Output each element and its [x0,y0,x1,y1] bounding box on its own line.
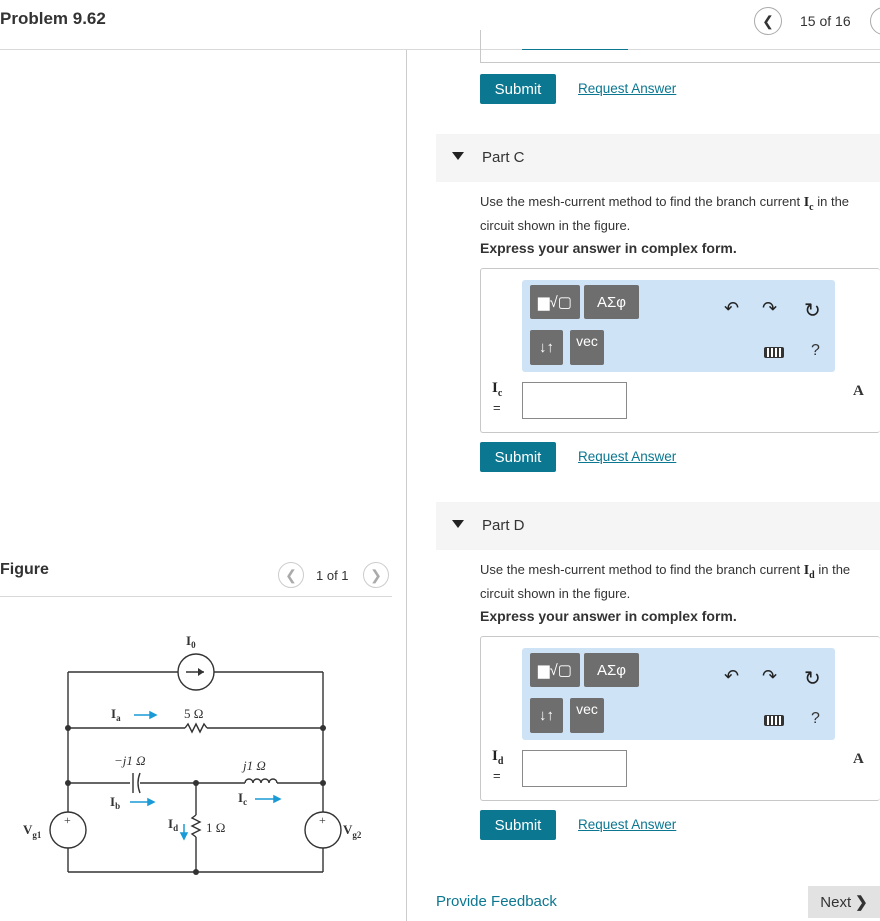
question-text-pre: Use the mesh-current method to find the … [480,562,804,577]
undo-icon[interactable]: ↶ [724,666,739,687]
part-d-label: Part D [482,517,525,534]
chevron-left-icon: ❮ [285,566,297,583]
answer-var-label-c: Ic [492,380,503,399]
request-answer-link-b[interactable]: Request Answer [578,81,676,96]
undo-icon[interactable]: ↶ [724,298,739,319]
plus-sign-vg1: + [64,813,71,827]
label-ib: Ib [110,794,120,811]
greek-symbols-button[interactable]: ΑΣφ [584,653,639,687]
collapse-triangle-icon [452,520,464,528]
label-vg2: Vg2 [343,822,362,840]
figure-prev-button[interactable]: ❮ [278,562,304,588]
redo-icon[interactable]: ↷ [762,298,777,319]
circuit-diagram: I0 Ia 5 Ω −j1 Ω j1 Ω Ib Ic Id 1 Ω Vg1 Vg… [23,633,362,875]
question-text-pre: Use the mesh-current method to find the … [480,194,804,209]
part-d-header[interactable]: Part D [436,502,880,550]
part-c-answer-input[interactable] [522,382,627,419]
request-answer-link-c[interactable]: Request Answer [578,449,676,464]
keyboard-icon[interactable] [764,715,784,726]
equals-sign-c: = [493,400,501,415]
problem-counter: 15 of 16 [800,13,851,29]
question-var: Id [803,563,815,581]
label-5-ohm: 5 Ω [184,706,203,721]
templates-button[interactable]: ▆√▢ [530,653,580,687]
part-c-math-toolbar: ▆√▢ ΑΣφ ↓↑ vec ↶ ↷ ↻ ? [522,280,835,372]
previous-answer-input[interactable] [522,46,628,50]
figure-divider [0,596,392,597]
keyboard-icon[interactable] [764,347,784,358]
redo-icon[interactable]: ↷ [762,666,777,687]
figure-next-button[interactable]: ❯ [363,562,389,588]
label-ia: Ia [111,706,121,723]
submit-button-b[interactable]: Submit [480,74,556,104]
chevron-right-icon: ❯ [370,566,382,583]
label-vg1: Vg1 [23,822,42,840]
unit-label-d: A [853,751,864,767]
label-id: Id [168,816,178,833]
page-title: Problem 9.62 [0,9,106,28]
unit-label-c: A [853,383,864,399]
label-ic: Ic [238,790,247,807]
answer-var-label-d: Id [492,748,504,767]
provide-feedback-link[interactable]: Provide Feedback [436,893,557,910]
help-icon[interactable]: ? [811,342,820,360]
plus-sign-vg2: + [319,813,326,827]
part-d-instruction: Express your answer in complex form. [480,608,737,624]
figure-counter: 1 of 1 [316,568,349,583]
vector-button[interactable]: vec [570,698,604,733]
subscript-superscript-button[interactable]: ↓↑ [530,330,563,365]
label-ind: j1 Ω [241,758,266,773]
greek-symbols-button[interactable]: ΑΣφ [584,285,639,319]
reset-icon[interactable]: ↻ [804,298,821,323]
collapse-triangle-icon [452,152,464,160]
label-1-ohm: 1 Ω [206,820,225,835]
next-label: Next [820,893,852,911]
chevron-right-icon: ❯ [855,894,868,911]
chevron-left-icon: ❮ [762,12,774,29]
templates-button[interactable]: ▆√▢ [530,285,580,319]
part-c-header[interactable]: Part C [436,134,880,182]
help-icon[interactable]: ? [811,710,820,728]
equals-sign-d: = [493,768,501,783]
part-d-question: Use the mesh-current method to find the … [480,561,875,603]
panel-divider [406,50,407,921]
part-d-math-toolbar: ▆√▢ ΑΣφ ↓↑ vec ↶ ↷ ↻ ? [522,648,835,740]
reset-icon[interactable]: ↻ [804,666,821,691]
next-button[interactable]: Next ❯ [808,886,880,918]
request-answer-link-d[interactable]: Request Answer [578,817,676,832]
part-d-answer-input[interactable] [522,750,627,787]
submit-button-c[interactable]: Submit [480,442,556,472]
part-c-instruction: Express your answer in complex form. [480,240,737,256]
submit-button-d[interactable]: Submit [480,810,556,840]
label-i0: I0 [186,633,196,650]
question-var: Ic [803,195,814,213]
part-c-question: Use the mesh-current method to find the … [480,193,875,235]
subscript-superscript-button[interactable]: ↓↑ [530,698,563,733]
label-cap: −j1 Ω [114,753,146,768]
figure-label: Figure [0,561,49,578]
part-c-label: Part C [482,149,525,166]
vector-button[interactable]: vec [570,330,604,365]
